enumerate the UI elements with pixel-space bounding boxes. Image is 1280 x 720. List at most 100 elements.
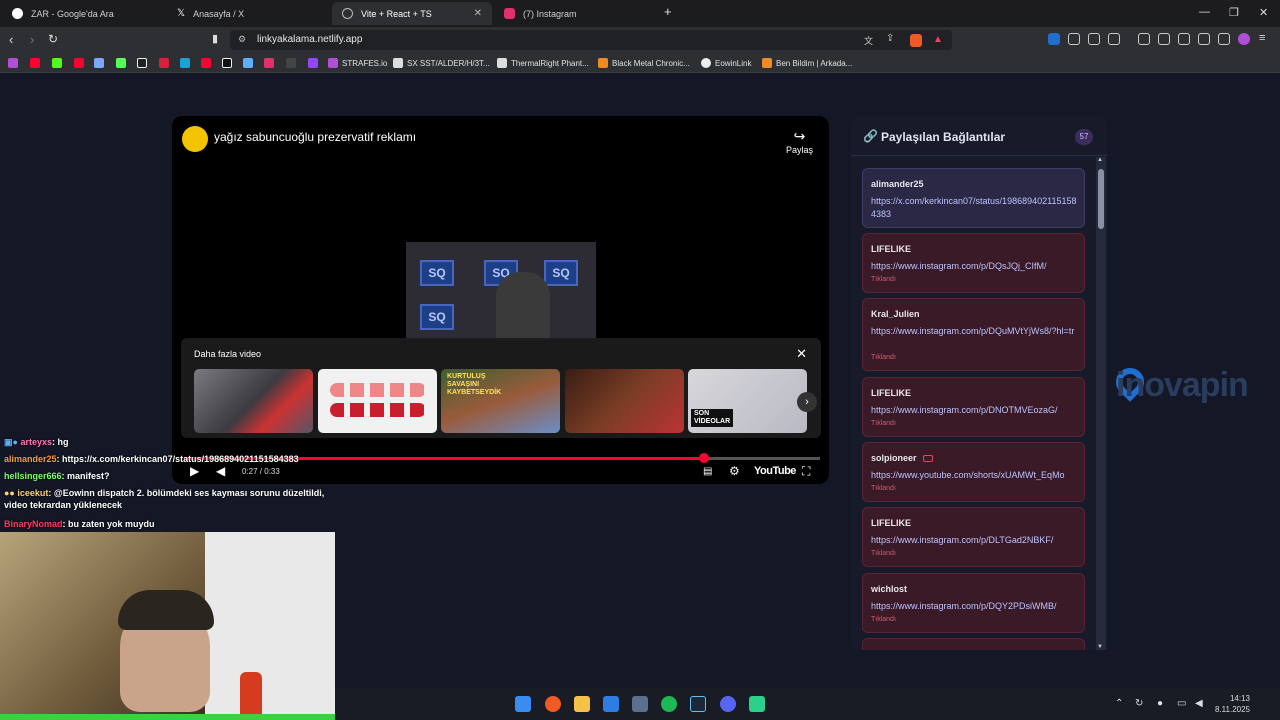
share-page-icon[interactable]: ⇪ [886,33,894,44]
steam-icon[interactable] [690,696,706,712]
leo-ai-icon[interactable] [1198,33,1210,45]
share-button[interactable]: ↪ Paylaş [786,128,813,155]
bookmark-strafes[interactable]: STRAFES.io [328,57,387,69]
captions-icon[interactable]: ▤ [703,466,712,477]
network-icon[interactable]: ▭ [1177,698,1186,709]
vpn-icon[interactable] [1218,33,1230,45]
extension-icon[interactable] [1048,33,1060,45]
clock[interactable]: 14:13 8.11.2025 [1215,693,1250,715]
media-icon[interactable] [1138,33,1150,45]
youtube-logo[interactable]: YouTube [754,465,796,477]
microphone-icon[interactable]: ● [1157,698,1163,709]
tiktok-bookmark-icon[interactable] [137,58,147,68]
youtube-embed-player[interactable]: yağız sabuncuoğlu prezervatif reklamı ↪ … [172,116,829,484]
app-icon[interactable] [749,696,765,712]
bookmark-favicon-icon[interactable] [159,58,169,68]
bookmark-favicon-icon[interactable] [180,58,190,68]
link-card[interactable]: wichlost https://www.instagram.com/p/DQY… [862,573,1085,633]
store-icon[interactable] [603,696,619,712]
video-frame[interactable]: SQ SQ SQ SQ [406,242,596,340]
bookmark-favicon-icon[interactable] [243,58,253,68]
video-thumbnail[interactable] [565,369,684,433]
new-tab-button[interactable]: + [664,4,672,19]
link-url[interactable]: https://www.instagram.com/p/DQsJQj_CIfM/ [871,260,1079,273]
link-url[interactable]: https://www.instagram.com/p/DQuMVtYjWs8/… [871,325,1079,338]
bookmark-favicon-icon[interactable] [94,58,104,68]
link-url[interactable]: https://www.instagram.com/p/DLTGad2NBKF/ [871,534,1079,547]
file-explorer-icon[interactable] [574,696,590,712]
bookmark-favicon-icon[interactable] [8,58,18,68]
forward-button[interactable]: › [30,32,34,47]
menu-icon[interactable]: ≡ [1259,32,1265,44]
brave-shields-icon[interactable] [910,34,922,47]
instagram-bookmark-icon[interactable] [264,58,274,68]
wallet-icon[interactable] [1178,33,1190,45]
tab-google-search[interactable]: ZAR - Google'da Ara [2,2,167,25]
link-url[interactable]: https://www.instagram.com/p/DQY2PDsiWMB/ [871,600,1079,613]
close-tab-icon[interactable]: ✕ [474,8,482,19]
bookmark-icon[interactable]: ▮ [212,32,218,45]
link-card[interactable]: Kral_Julien https://www.instagram.com/p/… [862,298,1085,371]
link-url[interactable]: https://x.com/kerkincan07/status/1986894… [871,195,1079,221]
video-title[interactable]: yağız sabuncuoğlu prezervatif reklamı [214,130,416,144]
start-button-icon[interactable] [515,696,531,712]
x-bookmark-icon[interactable] [222,58,232,68]
channel-avatar[interactable] [182,126,208,152]
video-thumbnail[interactable] [318,369,437,433]
spotify-icon[interactable] [661,696,677,712]
bookmark-sx-sst[interactable]: SX SST/ALDER/H/3T... [393,57,490,69]
video-thumbnail[interactable]: KURTULUŞ SAVAŞINI KAYBETSEYDİK [441,369,560,433]
bookmark-thermalright[interactable]: ThermalRight Phant... [497,57,589,69]
scroll-up-icon[interactable]: ▲ [1097,157,1103,163]
kick-bookmark-icon[interactable] [52,58,62,68]
back-button[interactable]: ‹ [9,32,13,47]
bookmark-eowinlink[interactable]: EowinLink [701,57,751,69]
link-url[interactable]: https://www.instagram.com/p/DNOTMVEozaG/ [871,404,1079,417]
bookmark-ben-bildim[interactable]: Ben Bildim | Arkada... [762,57,852,69]
links-scrollbar[interactable]: ▲ ▼ [1096,157,1106,650]
link-url[interactable]: https://www.youtube.com/shorts/xUAMWt_Eq… [871,469,1079,482]
link-card[interactable]: alimander25 https://x.com/kerkincan07/st… [862,168,1085,228]
scroll-down-icon[interactable]: ▼ [1097,644,1103,650]
scroll-thumb[interactable] [1098,169,1104,229]
extensions-puzzle-icon[interactable] [1088,33,1100,45]
site-info-icon[interactable]: ⚙ [238,34,246,45]
tab-vite-react[interactable]: Vite + React + TS ✕ [332,2,492,25]
reload-button[interactable]: ↻ [48,32,58,46]
link-card[interactable]: solpioneer https://www.youtube.com/short… [862,442,1085,502]
address-bar[interactable]: ⚙ linkyakalama.netlify.app 文 ⇪ ▲ [230,30,952,50]
tab-x-home[interactable]: 𝕏 Anasayfa / X [167,2,332,25]
tab-search-icon[interactable] [1108,33,1120,45]
tab-instagram[interactable]: (7) Instagram [494,2,659,25]
youtube-bookmark-icon[interactable] [30,58,40,68]
brave-rewards-icon[interactable]: ▲ [933,34,943,45]
bookmark-black-metal[interactable]: Black Metal Chronic... [598,57,690,69]
screenshot-icon[interactable] [1068,33,1080,45]
link-card[interactable]: LIFELIKE https://www.instagram.com/p/DQs… [862,233,1085,293]
brave-browser-icon[interactable] [545,696,561,712]
profile-avatar-icon[interactable] [1238,33,1250,45]
discord-icon[interactable] [720,696,736,712]
volume-tray-icon[interactable]: ◀ [1195,698,1203,709]
link-card[interactable]: LIFELIKE https://www.instagram.com/p/DLT… [862,507,1085,567]
settings-gear-icon[interactable]: ⚙ [729,464,740,478]
bookmark-favicon-icon[interactable] [116,58,126,68]
close-more-videos-icon[interactable]: ✕ [796,346,807,362]
show-hidden-icons[interactable]: ⌃ [1115,698,1123,709]
twitch-bookmark-icon[interactable] [308,58,318,68]
video-thumbnail[interactable]: SON VİDEOLAR [688,369,807,433]
close-window-button[interactable]: ✕ [1259,6,1268,19]
link-card[interactable]: LIFELIKE https://www.instagram.com/p/DNO… [862,377,1085,437]
next-thumbnails-button[interactable]: › [797,392,817,412]
youtube-bookmark-icon[interactable] [74,58,84,68]
fullscreen-icon[interactable]: ⛶ [802,464,810,479]
sidebar-icon[interactable] [1158,33,1170,45]
app-icon[interactable] [632,696,648,712]
sync-icon[interactable]: ↻ [1135,698,1143,709]
translate-icon[interactable]: 文 [864,34,873,47]
youtube-bookmark-icon[interactable] [201,58,211,68]
link-card[interactable] [862,638,1085,650]
bookmark-favicon-icon[interactable] [286,58,296,68]
minimize-button[interactable]: — [1199,6,1210,18]
restore-button[interactable]: ❐ [1229,6,1239,19]
